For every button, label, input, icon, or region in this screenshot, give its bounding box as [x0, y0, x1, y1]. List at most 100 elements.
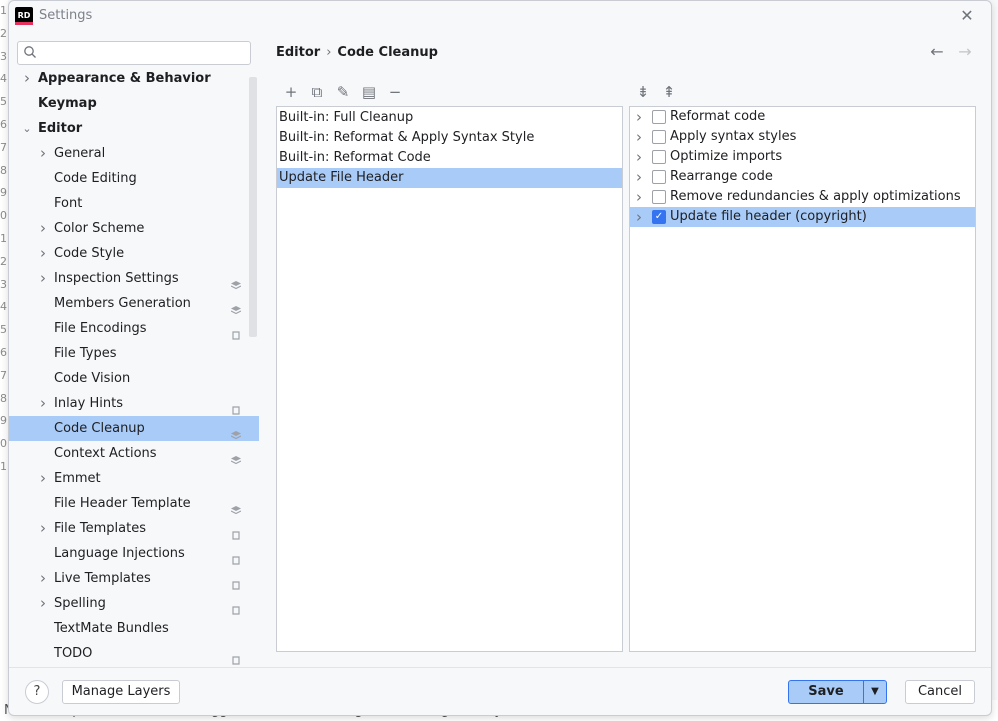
forward-arrow-icon[interactable]: →: [956, 43, 974, 61]
tree-item-label: Code Editing: [54, 171, 137, 186]
edit-icon[interactable]: ✎: [334, 83, 352, 101]
search-icon: [24, 46, 36, 58]
back-arrow-icon[interactable]: ←: [928, 43, 946, 61]
tree-item-label: Spelling: [54, 596, 106, 611]
chevron-right-icon[interactable]: ›: [37, 566, 49, 591]
add-icon[interactable]: +: [282, 83, 300, 101]
tree-item[interactable]: ⌄ Editor: [9, 116, 259, 141]
tree-item-label: Live Templates: [54, 571, 151, 586]
gutter-digit: 5: [0, 323, 7, 337]
gutter-digit: 1: [0, 460, 7, 473]
copy-icon[interactable]: ⧉: [308, 83, 326, 101]
chevron-down-icon[interactable]: ⌄: [21, 116, 33, 141]
properties-icon[interactable]: ▤: [360, 83, 378, 101]
option-checkbox[interactable]: [652, 190, 666, 204]
chevron-right-icon[interactable]: ›: [37, 216, 49, 241]
chevron-right-icon[interactable]: ›: [37, 516, 49, 541]
chevron-right-icon[interactable]: ›: [634, 147, 644, 167]
settings-tree: › Appearance & Behavior Keymap ⌄ Editor › Gene…: [9, 67, 259, 667]
profile-list: Built-in: Full Cleanup Built-in: Reformat…: [276, 106, 623, 652]
settings-search-input[interactable]: [17, 41, 251, 65]
tree-item[interactable]: TextMate Bundles: [9, 616, 259, 641]
chevron-right-icon[interactable]: ›: [37, 266, 49, 291]
cleanup-option-row[interactable]: › Apply syntax styles: [630, 127, 975, 147]
tree-item[interactable]: Code Editing: [9, 166, 259, 191]
tree-item[interactable]: Language Injections: [9, 541, 259, 566]
tree-item[interactable]: › Code Style: [9, 241, 259, 266]
gutter-digit: 8: [0, 391, 7, 405]
window-title: Settings: [39, 8, 93, 23]
tree-item[interactable]: TODO: [9, 641, 259, 666]
tree-item-label: Keymap: [38, 96, 97, 111]
background-editor-gutter: 1 2 3 4 5 6 7 8 9 0 1 2 3 4 5 6 7 8 9 0 1: [0, 0, 8, 721]
gutter-digit: 3: [0, 49, 7, 63]
tree-item[interactable]: File Header Template: [9, 491, 259, 516]
cleanup-option-row[interactable]: › ✓ Update file header (copyright): [630, 207, 975, 227]
cleanup-option-row[interactable]: › Optimize imports: [630, 147, 975, 167]
tree-item[interactable]: › Inlay Hints: [9, 391, 259, 416]
settings-layer-icon: [230, 449, 242, 465]
settings-layer-icon: [230, 499, 242, 515]
manage-layers-button[interactable]: Manage Layers: [62, 680, 180, 704]
save-dropdown-button[interactable]: ▼: [863, 680, 887, 704]
tree-item[interactable]: › General: [9, 141, 259, 166]
profile-list-item[interactable]: Built-in: Reformat Code: [277, 148, 622, 168]
cleanup-option-row[interactable]: › Reformat code: [630, 107, 975, 127]
breadcrumb-parent[interactable]: Editor: [276, 45, 320, 60]
option-checkbox[interactable]: [652, 110, 666, 124]
chevron-right-icon[interactable]: ›: [21, 67, 33, 91]
title-bar: RD Settings ✕: [9, 1, 991, 33]
option-checkbox[interactable]: [652, 130, 666, 144]
chevron-right-icon[interactable]: ›: [634, 107, 644, 127]
tree-item[interactable]: File Encodings: [9, 316, 259, 341]
settings-layer-icon: [230, 424, 242, 440]
profile-list-item[interactable]: Built-in: Reformat & Apply Syntax Style: [277, 128, 622, 148]
tree-item[interactable]: Keymap: [9, 91, 259, 116]
tree-item-label: File Types: [54, 346, 117, 361]
save-button[interactable]: Save: [788, 680, 864, 704]
chevron-right-icon[interactable]: ›: [37, 391, 49, 416]
tree-item-label: File Header Template: [54, 496, 191, 511]
tree-item[interactable]: Font: [9, 191, 259, 216]
expand-all-icon[interactable]: ⇞: [660, 83, 678, 101]
tree-scrollbar[interactable]: [249, 77, 257, 337]
tree-item[interactable]: › Color Scheme: [9, 216, 259, 241]
tree-item[interactable]: › Spelling: [9, 591, 259, 616]
option-label: Optimize imports: [670, 149, 783, 164]
cleanup-option-row[interactable]: › Rearrange code: [630, 167, 975, 187]
settings-dialog: RD Settings ✕ › Appearance & Behavior Keym…: [8, 0, 992, 716]
help-button[interactable]: ?: [25, 680, 49, 704]
tree-item[interactable]: Context Actions: [9, 441, 259, 466]
tree-item[interactable]: File Types: [9, 341, 259, 366]
chevron-right-icon[interactable]: ›: [37, 141, 49, 166]
gutter-digit: 3: [0, 277, 7, 291]
tree-item[interactable]: › Appearance & Behavior: [9, 67, 259, 91]
tree-item[interactable]: Code Cleanup: [9, 416, 259, 441]
remove-icon[interactable]: −: [386, 83, 404, 101]
chevron-right-icon[interactable]: ›: [634, 207, 644, 227]
gutter-digit: 8: [0, 163, 7, 177]
tree-item[interactable]: › Inspection Settings: [9, 266, 259, 291]
tree-item[interactable]: Members Generation: [9, 291, 259, 316]
profile-list-item[interactable]: Built-in: Full Cleanup: [277, 108, 622, 128]
project-level-icon: [231, 549, 241, 565]
cleanup-option-row[interactable]: › Remove redundancies & apply optimizatio…: [630, 187, 975, 207]
chevron-right-icon[interactable]: ›: [634, 127, 644, 147]
tree-item[interactable]: › Live Templates: [9, 566, 259, 591]
collapse-all-icon[interactable]: ⇟: [634, 83, 652, 101]
option-checkbox[interactable]: ✓: [652, 210, 666, 224]
chevron-right-icon[interactable]: ›: [37, 466, 49, 491]
cancel-button[interactable]: Cancel: [905, 680, 975, 704]
chevron-right-icon[interactable]: ›: [37, 241, 49, 266]
tree-item[interactable]: › Emmet: [9, 466, 259, 491]
chevron-right-icon[interactable]: ›: [634, 187, 644, 207]
tree-item[interactable]: › File Templates: [9, 516, 259, 541]
option-checkbox[interactable]: [652, 150, 666, 164]
tree-item[interactable]: Code Vision: [9, 366, 259, 391]
chevron-right-icon[interactable]: ›: [634, 167, 644, 187]
option-checkbox[interactable]: [652, 170, 666, 184]
profile-list-item[interactable]: Update File Header: [277, 168, 622, 188]
close-icon[interactable]: ✕: [957, 6, 977, 26]
chevron-right-icon[interactable]: ›: [37, 591, 49, 616]
tree-item-label: File Templates: [54, 521, 146, 536]
